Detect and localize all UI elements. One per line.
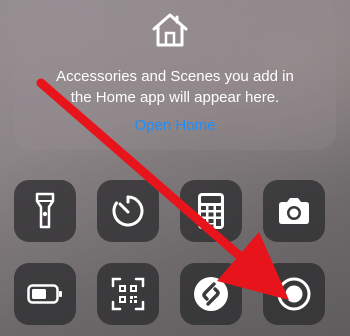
- camera-icon: [279, 198, 309, 224]
- home-message-line-1: Accessories and Scenes you add in: [56, 68, 294, 85]
- screen-recording-button[interactable]: [263, 263, 325, 325]
- home-icon: [152, 13, 188, 47]
- home-empty-message: Accessories and Scenes you add in the Ho…: [20, 66, 330, 108]
- shazam-icon: [194, 277, 228, 311]
- screen-recording-icon: [277, 277, 311, 311]
- music-recognition-button[interactable]: [180, 263, 242, 325]
- flashlight-icon: [35, 192, 55, 229]
- qr-code-scanner-button[interactable]: [97, 263, 159, 325]
- low-power-mode-button[interactable]: [14, 263, 76, 325]
- camera-button[interactable]: [263, 180, 325, 242]
- qr-code-scanner-icon: [111, 277, 145, 311]
- timer-button[interactable]: [97, 180, 159, 242]
- battery-icon: [27, 284, 62, 304]
- home-message-line-2: the Home app will appear here.: [70, 89, 280, 106]
- flashlight-button[interactable]: [14, 180, 76, 242]
- calculator-button[interactable]: [180, 180, 242, 242]
- timer-icon: [112, 195, 144, 227]
- open-home-link[interactable]: Open Home: [20, 117, 330, 134]
- calculator-icon: [198, 193, 224, 229]
